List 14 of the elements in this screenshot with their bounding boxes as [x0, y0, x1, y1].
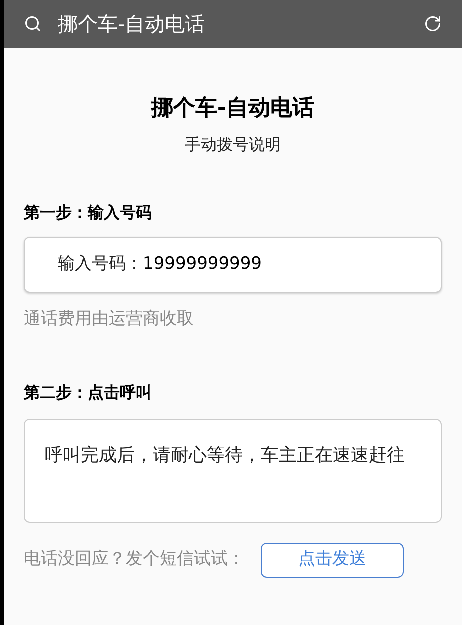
- phone-input-field[interactable]: 输入号码：19999999999: [24, 237, 442, 293]
- field-label: 输入号码：: [58, 253, 143, 276]
- phone-number-value: 19999999999: [143, 253, 262, 276]
- search-icon[interactable]: [24, 15, 42, 33]
- message-box: 呼叫完成后，请耐心等待，车主正在速速赶往: [24, 418, 442, 522]
- step-heading: 第二步：点击呼叫: [24, 382, 153, 404]
- sms-prompt: 电话没回应？发个短信试试：: [24, 548, 245, 572]
- refresh-icon[interactable]: [424, 15, 442, 33]
- step-heading: 第一步：输入号码: [24, 202, 153, 224]
- page-title: 挪个车-自动电话: [150, 95, 316, 123]
- send-button[interactable]: 点击发送: [261, 542, 404, 578]
- fee-note: 通话费用由运营商收取: [24, 308, 195, 331]
- app-bar-title: 挪个车-自动电话: [58, 11, 206, 38]
- page-subtitle: 手动拨号说明: [184, 134, 282, 156]
